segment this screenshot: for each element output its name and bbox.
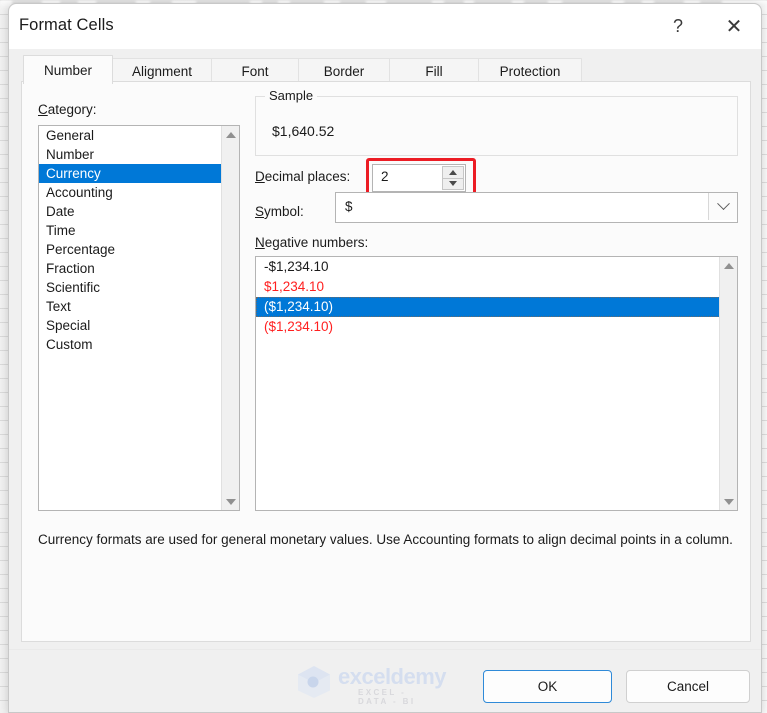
tab-alignment[interactable]: Alignment [112,58,212,83]
negative-numbers-label: Negative numbers: [255,235,369,250]
category-scrollbar[interactable] [221,126,239,510]
symbol-dropdown[interactable]: $ [335,192,738,223]
tab-font[interactable]: Font [211,58,299,83]
symbol-value: $ [345,199,353,214]
stepper-down-icon[interactable] [442,177,464,190]
tab-label: Border [323,63,365,79]
category-item-scientific[interactable]: Scientific [39,278,222,297]
stepper-buttons [442,166,464,190]
tab-protection[interactable]: Protection [478,58,582,83]
page-title: Format Cells [19,16,114,34]
decimal-places-stepper[interactable]: 2 [372,164,466,192]
category-item-custom[interactable]: Custom [39,335,222,354]
negative-number-option-1[interactable]: -$1,234.10 [256,257,720,277]
dialog-footer: exceldemy EXCEL - DATA - BI OK Cancel [9,649,761,712]
watermark-tagline: EXCEL - DATA - BI [358,688,416,706]
negative-number-option-2[interactable]: $1,234.10 [256,277,720,297]
tab-border[interactable]: Border [298,58,390,83]
dialog-title-bar: Format Cells ? ✕ [9,4,761,49]
negative-numbers-scrollbar[interactable] [719,257,737,510]
format-cells-dialog: Format Cells ? ✕ Number Alignment Font Bord… [8,3,762,713]
negative-number-option-3[interactable]: ($1,234.10) [256,297,720,317]
category-listbox[interactable]: General Number Currency Accounting Date Time P… [38,125,240,511]
scroll-up-icon[interactable] [720,257,737,274]
tab-bar: Number Alignment Font Border Fill Protection [9,49,761,84]
exceldemy-logo: exceldemy EXCEL - DATA - BI [296,664,447,706]
tab-label: Number [43,62,92,78]
category-item-currency[interactable]: Currency [39,164,222,183]
category-item-special[interactable]: Special [39,316,222,335]
category-item-date[interactable]: Date [39,202,222,221]
scroll-up-icon[interactable] [222,126,239,143]
category-item-number[interactable]: Number [39,145,222,164]
tab-label: Font [241,63,269,79]
negative-numbers-listbox[interactable]: -$1,234.10 $1,234.10 ($1,234.10) ($1,234.10… [255,256,738,511]
category-item-text[interactable]: Text [39,297,222,316]
negative-number-option-4[interactable]: ($1,234.10) [256,317,720,337]
category-item-fraction[interactable]: Fraction [39,259,222,278]
tab-number[interactable]: Number [23,55,113,84]
number-tab-panel: Category: General Number Currency Accountin… [21,81,751,642]
watermark-text: exceldemy [338,664,447,689]
category-item-accounting[interactable]: Accounting [39,183,222,202]
category-label: Category: [38,102,97,117]
tab-label: Fill [425,63,443,79]
category-description: Currency formats are used for general mo… [38,532,733,547]
ok-button[interactable]: OK [483,670,612,703]
decimal-places-value: 2 [381,169,389,184]
decimal-places-label: Decimal places: [255,169,351,184]
stepper-up-icon[interactable] [442,166,464,178]
tab-label: Protection [499,63,561,79]
close-icon[interactable]: ✕ [711,4,757,49]
category-item-percentage[interactable]: Percentage [39,240,222,259]
symbol-label: Symbol: [255,204,304,219]
tab-label: Alignment [131,63,193,79]
category-item-time[interactable]: Time [39,221,222,240]
scroll-down-icon[interactable] [720,493,737,510]
tab-fill[interactable]: Fill [389,58,479,83]
sample-value: $1,640.52 [272,123,335,139]
chevron-down-icon[interactable] [708,193,737,220]
sample-legend: Sample [265,88,318,103]
help-icon[interactable]: ? [655,4,701,49]
cancel-button[interactable]: Cancel [626,670,750,703]
category-item-general[interactable]: General [39,126,222,145]
scroll-down-icon[interactable] [222,493,239,510]
